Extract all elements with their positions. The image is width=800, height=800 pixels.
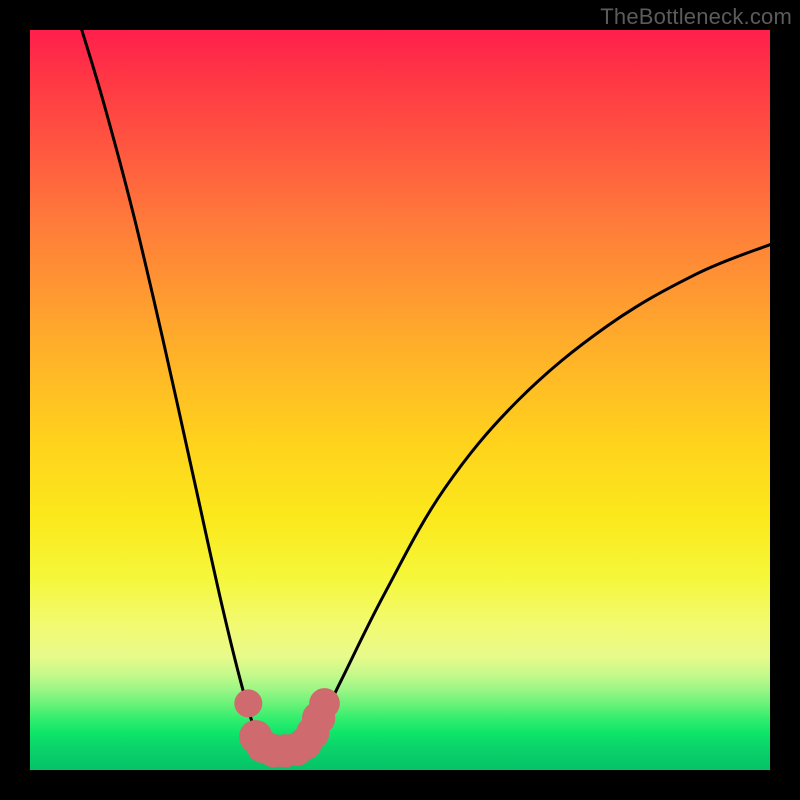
highlight-dot — [234, 689, 262, 717]
watermark-text: TheBottleneck.com — [600, 4, 792, 30]
highlight-dots — [234, 688, 340, 767]
curve-svg — [30, 30, 770, 770]
chart-frame: TheBottleneck.com — [0, 0, 800, 800]
highlight-dot — [309, 688, 340, 719]
bottleneck-curve — [82, 30, 770, 753]
plot-area — [30, 30, 770, 770]
